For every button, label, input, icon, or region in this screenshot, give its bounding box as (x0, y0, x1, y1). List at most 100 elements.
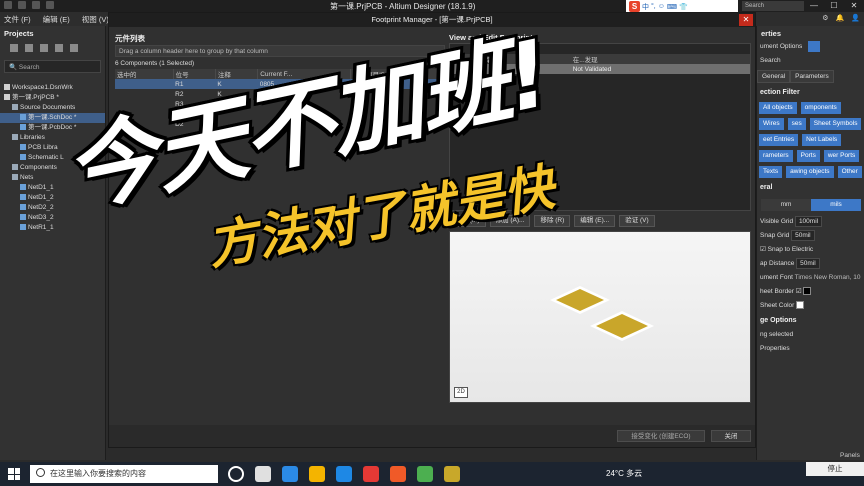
document-icon (20, 154, 26, 161)
column-header[interactable]: 在...发现 (568, 54, 750, 64)
menu-view[interactable]: 视图 (V) (82, 14, 109, 25)
filter-chip[interactable]: Other (837, 166, 862, 178)
filter-chip[interactable]: Net Labels (802, 134, 842, 146)
footprint-preview[interactable]: 2D (449, 231, 751, 403)
document-font-value[interactable]: Times New Roman, 10 (795, 274, 861, 281)
menu-file[interactable]: 文件 (F) (4, 14, 31, 25)
filter-chip[interactable]: Texts (759, 166, 783, 178)
task-view-icon[interactable] (255, 466, 271, 482)
filter-chip[interactable]: Wires (759, 118, 784, 130)
tree-item-label: NetD3_2 (28, 214, 54, 221)
sheet-color-row: Sheet Color (757, 299, 864, 313)
sheet-border-checkbox[interactable]: ☑ (796, 288, 802, 295)
window-controls: — ☐ ✕ (804, 0, 864, 12)
document-font-label: ument Font (760, 274, 793, 281)
visible-grid-field[interactable]: 100mil (794, 215, 823, 227)
filter-chip[interactable]: Sheet Symbols (809, 118, 862, 130)
sheet-border-color-swatch[interactable] (803, 287, 812, 296)
quick-access-toolbar (4, 1, 54, 9)
taskbar-search-box[interactable]: 在这里输入你要搜索的内容 (30, 465, 218, 483)
footprint-preview-canvas (550, 286, 654, 341)
new-icon[interactable] (10, 44, 18, 52)
properties-tab[interactable]: Properties (757, 342, 864, 356)
edit-button[interactable]: 编辑 (E)... (574, 215, 616, 227)
taskbar-search-text: 在这里输入你要搜索的内容 (50, 469, 146, 478)
app-orange-icon[interactable] (390, 466, 406, 482)
snap-distance-field[interactable]: 50mil (796, 257, 820, 269)
snap-electric-row[interactable]: ☑ Snap to Electric (757, 243, 864, 257)
document-options-row[interactable]: ument Options (757, 40, 864, 54)
app-red-icon[interactable] (363, 466, 379, 482)
properties-tabs: General Parameters (757, 70, 864, 83)
mail-icon[interactable] (336, 466, 352, 482)
table-cell: Not Validated (568, 64, 750, 74)
cortana-icon[interactable] (228, 466, 244, 482)
altium-icon[interactable] (444, 466, 460, 482)
filter-chip[interactable]: awing objects (786, 166, 834, 178)
minimize-button[interactable]: — (804, 0, 824, 12)
filter-chip[interactable]: omponents (800, 102, 841, 114)
tree-item-label: Components (20, 164, 57, 171)
filter-icon[interactable] (808, 40, 821, 52)
tree-item-label: Nets (20, 174, 34, 181)
filter-chip[interactable]: ses (787, 118, 806, 130)
gear-icon[interactable]: ⚙ (822, 14, 828, 22)
unit-mils[interactable]: mils (811, 199, 861, 211)
filter-chip[interactable]: eet Entries (759, 134, 799, 146)
tab-parameters[interactable]: Parameters (790, 70, 834, 83)
unit-mm[interactable]: mm (761, 199, 811, 211)
snap-grid-field[interactable]: 50mil (791, 229, 815, 241)
ime-item[interactable]: 中 (642, 2, 649, 12)
ime-item[interactable]: 👕 (679, 3, 688, 11)
validate-button[interactable]: 验证 (V) (619, 215, 655, 227)
pad-1 (556, 289, 604, 311)
document-icon (12, 164, 18, 171)
ime-item[interactable]: ⌨ (667, 3, 677, 11)
tree-item-label: PCB Libra (28, 144, 58, 151)
panels-button[interactable]: Panels (840, 452, 860, 459)
save-icon[interactable] (55, 44, 63, 52)
filter-chip[interactable]: All objects (759, 102, 797, 114)
ime-item[interactable]: ☺ (658, 3, 665, 10)
accept-changes-button[interactable]: 接受变化 (创建ECO) (617, 430, 705, 442)
file-explorer-icon[interactable] (309, 466, 325, 482)
document-options-label: ument Options (760, 43, 803, 50)
filter-chip[interactable]: Ports (796, 150, 820, 162)
close-window-button[interactable]: ✕ (844, 0, 864, 12)
unit-toggle: mm mils (761, 199, 864, 211)
open-icon[interactable] (25, 44, 33, 52)
document-icon (12, 134, 18, 141)
windows-start-icon[interactable] (8, 468, 20, 480)
tab-general[interactable]: General (757, 70, 791, 83)
bell-icon[interactable]: 🔔 (836, 14, 845, 22)
filter-chip[interactable]: rameters (759, 150, 793, 162)
sheet-color-swatch[interactable] (796, 301, 805, 310)
properties-search[interactable]: Search (757, 54, 864, 68)
stop-button[interactable]: 停止 (806, 462, 864, 476)
save-icon[interactable] (32, 1, 40, 9)
menu-edit[interactable]: 编辑 (E) (43, 14, 70, 25)
global-search-input[interactable]: Search (742, 1, 804, 11)
edge-icon[interactable] (282, 466, 298, 482)
dialog-footer: 接受变化 (创建ECO) 关闭 (109, 425, 755, 447)
undo-icon[interactable] (46, 1, 54, 9)
view-2d-button[interactable]: 2D (454, 387, 468, 398)
tree-item-label: NetD1_1 (28, 184, 54, 191)
app-icon[interactable] (4, 1, 12, 9)
ime-item[interactable]: °, (651, 3, 656, 10)
document-icon (20, 204, 26, 211)
tree-item-label: Libraries (20, 134, 45, 141)
weather-widget[interactable]: 24°C 多云 (606, 468, 642, 479)
folder-icon[interactable] (40, 44, 48, 52)
close-dialog-button[interactable]: 关闭 (711, 430, 751, 442)
gear-icon[interactable] (70, 44, 78, 52)
projects-search-input[interactable]: 🔍 Search (4, 60, 101, 73)
sogou-icon[interactable]: S (629, 1, 640, 12)
user-icon[interactable]: 👤 (851, 14, 860, 22)
dialog-close-button[interactable]: ✕ (739, 14, 753, 26)
chrome-icon[interactable] (417, 466, 433, 482)
projects-title: Projects (4, 29, 34, 38)
folder-icon[interactable] (18, 1, 26, 9)
filter-chip[interactable]: wer Ports (823, 150, 860, 162)
maximize-button[interactable]: ☐ (824, 0, 844, 12)
